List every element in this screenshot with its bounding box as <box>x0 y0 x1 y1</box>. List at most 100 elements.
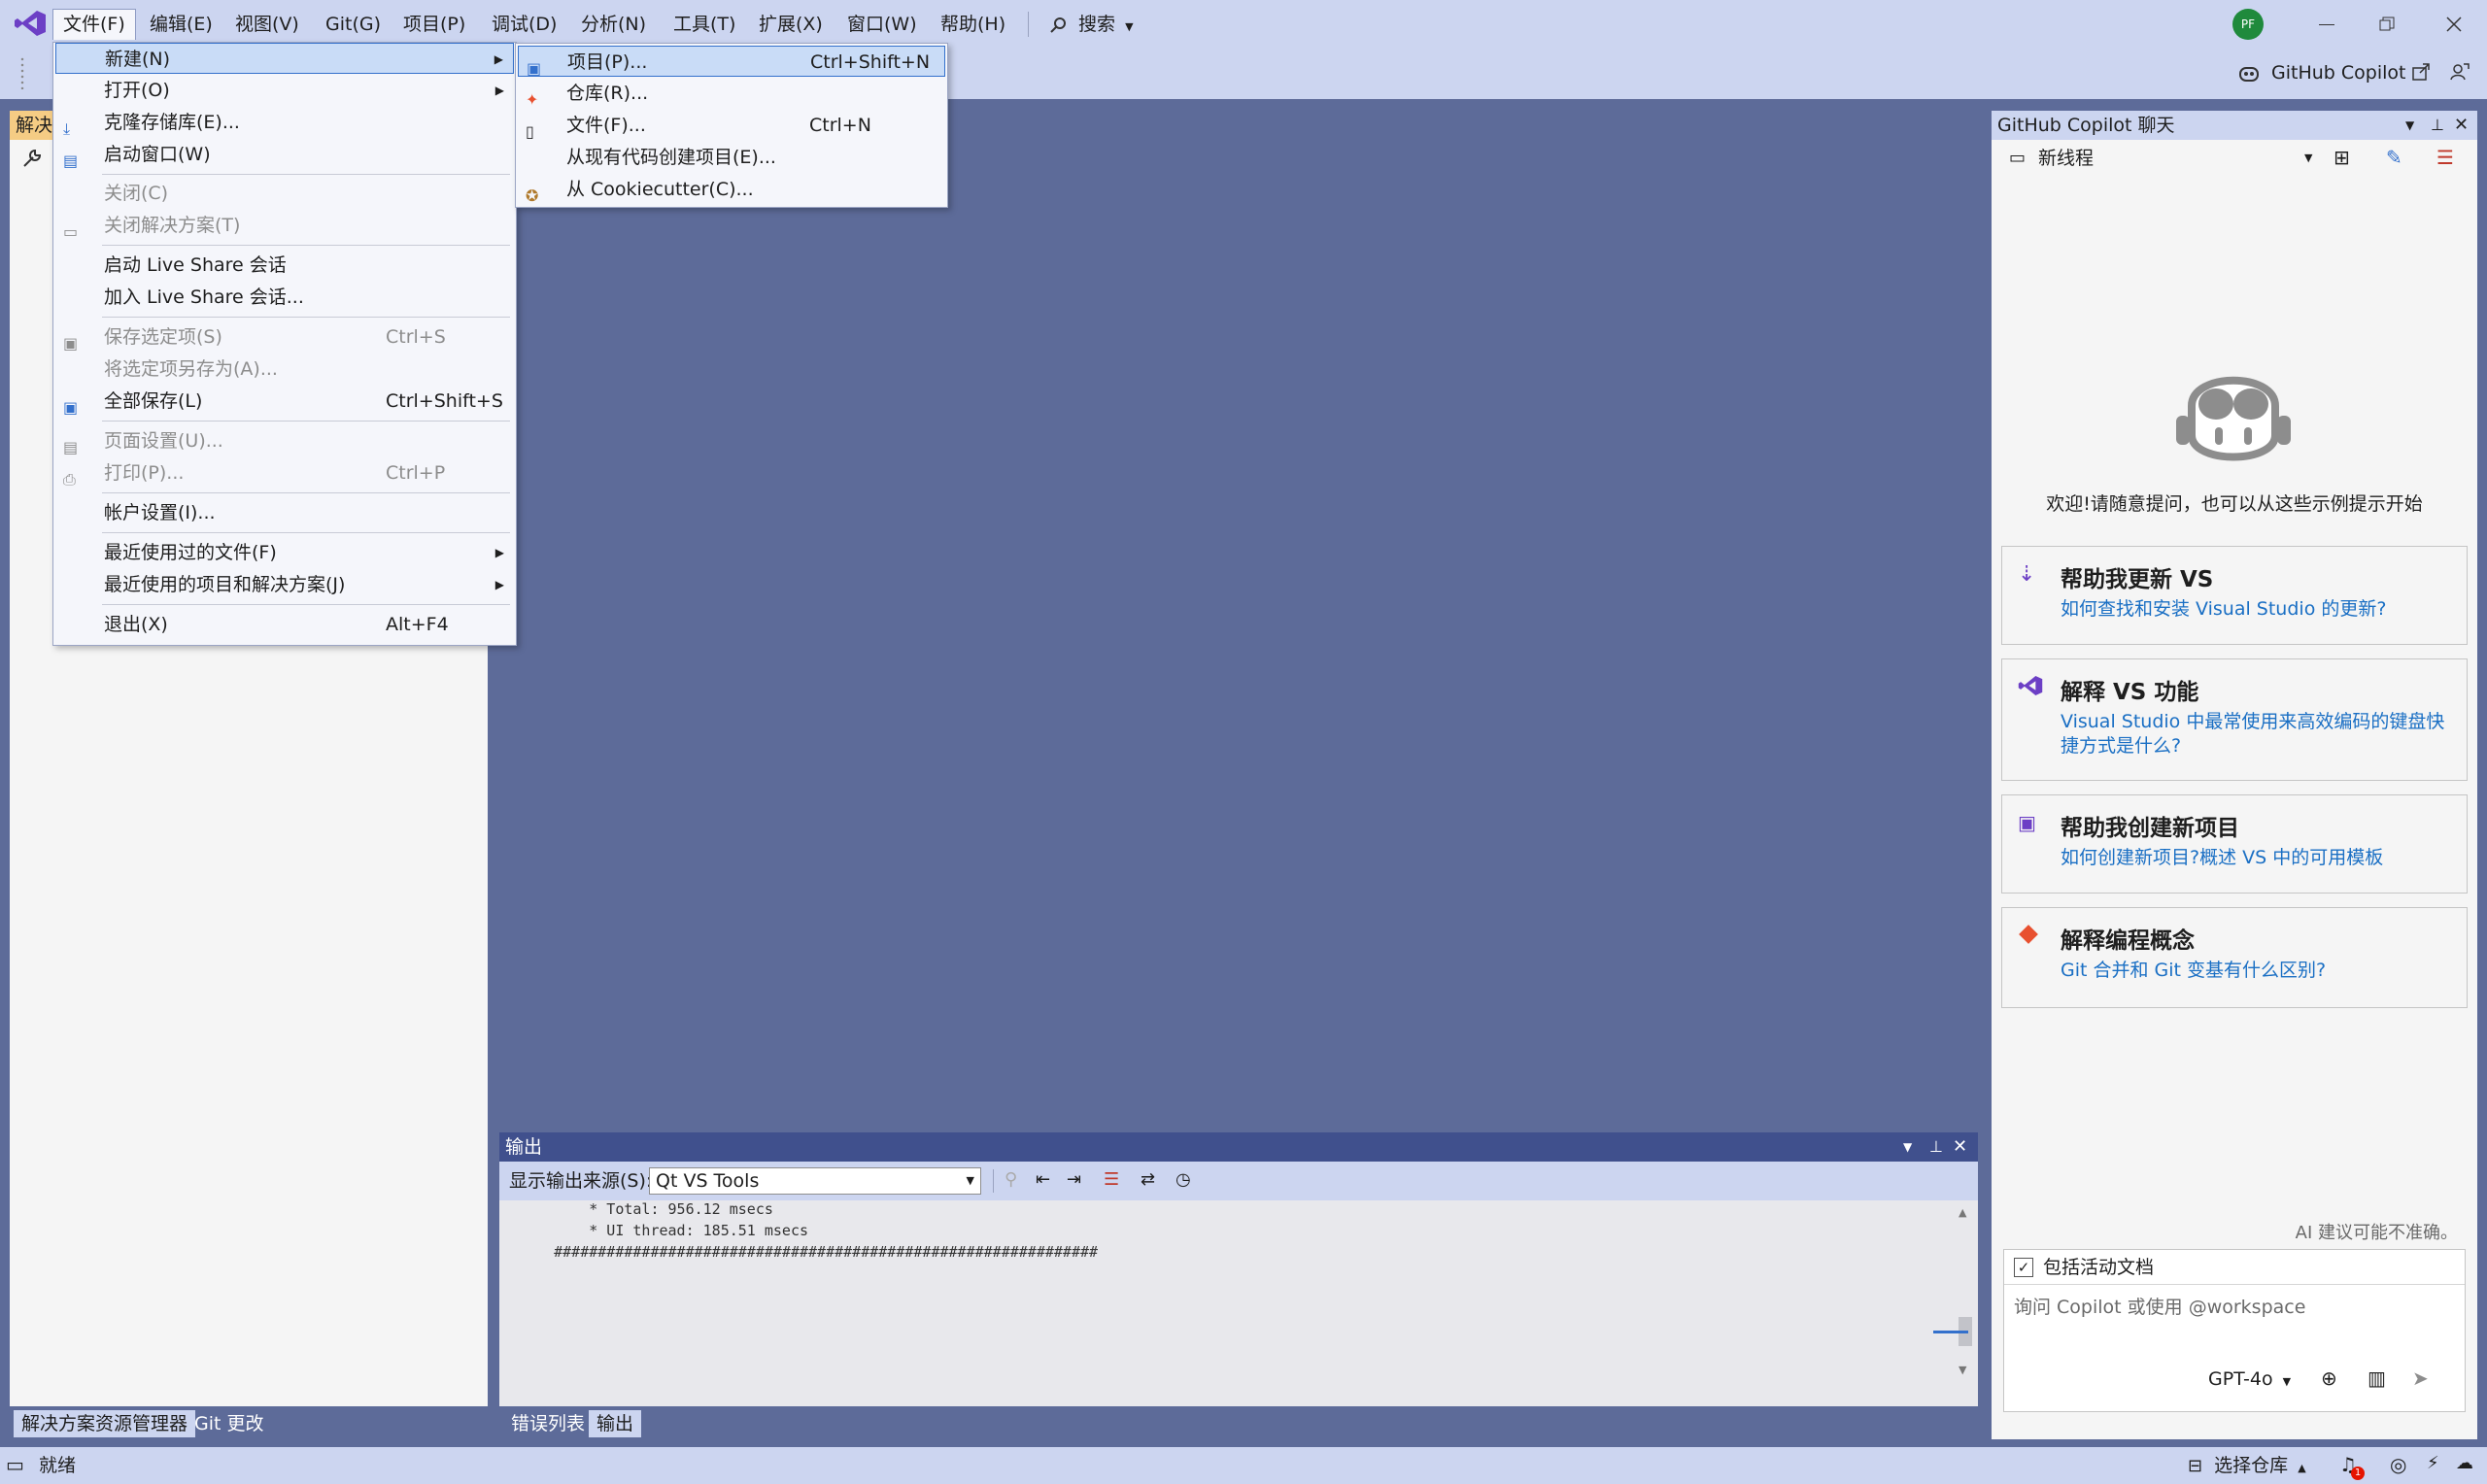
dropdown-icon[interactable]: ▼ <box>2405 111 2414 140</box>
wrench-icon[interactable] <box>21 148 43 169</box>
restore-button[interactable] <box>2368 10 2406 39</box>
dropdown-icon[interactable]: ▼ <box>1903 1132 1912 1162</box>
next-message-icon[interactable]: ⇥ <box>1067 1169 1081 1190</box>
attach-icon[interactable]: ⊕ <box>2321 1366 2337 1390</box>
word-wrap-icon[interactable]: ⇄ <box>1141 1169 1155 1190</box>
feedback-icon[interactable] <box>2450 62 2470 82</box>
vs-logo-icon[interactable] <box>14 10 47 37</box>
menu-item-new-cookiecutter[interactable]: ✪ 从 Cookiecutter(C)... <box>518 174 945 205</box>
close-window-button[interactable] <box>2435 10 2473 39</box>
menu-file[interactable]: 文件(F) <box>52 9 136 40</box>
model-selector[interactable]: GPT-4o ▼ <box>2208 1365 2291 1397</box>
menu-item-close[interactable]: 关闭(C) <box>55 178 514 209</box>
menu-item-label: 仓库(R)... <box>566 83 649 104</box>
menu-item-label: 从现有代码创建项目(E)... <box>566 147 776 168</box>
menu-edit[interactable]: 编辑(E) <box>140 9 222 40</box>
status-icon[interactable]: ▭ <box>6 1453 24 1476</box>
cloud-icon[interactable]: ☁ <box>2456 1453 2473 1473</box>
menu-item-save-selected[interactable]: ▣ 保存选定项(S) Ctrl+S <box>55 321 514 353</box>
menu-item-label: 从 Cookiecutter(C)... <box>566 179 754 200</box>
book-icon[interactable]: ▥ <box>2368 1366 2386 1390</box>
menu-separator <box>102 604 510 605</box>
menu-item-start-window[interactable]: ▤ 启动窗口(W) <box>55 139 514 170</box>
select-repo-button[interactable]: ⊟ 选择仓库 ▲ <box>2188 1447 2306 1484</box>
chat-input[interactable]: 询问 Copilot 或使用 @workspace <box>2014 1293 2305 1319</box>
grip-icon[interactable] <box>19 56 25 89</box>
avatar[interactable]: PF <box>2232 9 2264 40</box>
scroll-down-icon[interactable]: ▼ <box>1959 1364 1966 1376</box>
menu-item-live-share-start[interactable]: 启动 Live Share 会话 <box>55 250 514 281</box>
menu-item-new[interactable]: 新建(N) ▶ <box>55 43 514 74</box>
output-source-label: 显示输出来源(S): <box>509 1170 653 1192</box>
prompt-card[interactable]: 解释编程概念 Git 合并和 Git 变基有什么区别? <box>2001 907 2468 1008</box>
copilot-badge-button[interactable]: GitHub Copilot <box>2238 56 2405 89</box>
menu-item-new-from-code[interactable]: 从现有代码创建项目(E)... <box>518 142 945 173</box>
new-thread-icon[interactable]: ⊞ <box>2334 146 2350 169</box>
menu-item-open[interactable]: 打开(O) ▶ <box>55 75 514 106</box>
menu-view[interactable]: 视图(V) <box>225 9 309 40</box>
menu-item-print[interactable]: ⎙ 打印(P)... Ctrl+P <box>55 457 514 489</box>
pin-icon[interactable]: ⊥ <box>1929 1132 1943 1162</box>
menu-item-label: 启动窗口(W) <box>104 144 211 165</box>
output-source-select[interactable]: Qt VS Tools ▼ <box>649 1167 981 1195</box>
minimize-button[interactable] <box>2307 10 2346 39</box>
menu-git[interactable]: Git(G) <box>316 9 391 40</box>
scroll-up-icon[interactable]: ▲ <box>1959 1206 1966 1219</box>
thread-selector[interactable]: ▭ 新线程 <box>2009 144 2094 173</box>
close-icon[interactable]: ✕ <box>1953 1132 1967 1162</box>
copilot-status-icon[interactable]: ◎ <box>2390 1453 2406 1476</box>
pin-icon[interactable]: ⊥ <box>2431 111 2444 140</box>
menu-item-new-file[interactable]: ▯ 文件(F)... Ctrl+N <box>518 110 945 141</box>
menu-debug[interactable]: 调试(D) <box>482 9 566 40</box>
menu-project[interactable]: 项目(P) <box>393 9 475 40</box>
search-button[interactable]: 搜索 ▼ <box>1049 9 1134 40</box>
hot-reload-icon[interactable]: ⚡ <box>2427 1453 2439 1473</box>
tab-error-list[interactable]: 错误列表 <box>503 1410 593 1437</box>
find-message-icon[interactable]: ⚲ <box>1005 1169 1017 1190</box>
close-icon[interactable]: ✕ <box>2454 111 2469 140</box>
prev-message-icon[interactable]: ⇤ <box>1036 1169 1050 1190</box>
tab-git-changes[interactable]: Git 更改 <box>187 1410 272 1437</box>
chevron-up-icon: ▲ <box>2298 1462 2306 1474</box>
share-icon[interactable] <box>2411 62 2431 82</box>
menu-item-save-all[interactable]: ▣ 全部保存(L) Ctrl+Shift+S <box>55 386 514 417</box>
menu-item-recent-files[interactable]: 最近使用过的文件(F) ▶ <box>55 537 514 568</box>
menu-item-live-share-join[interactable]: 加入 Live Share 会话... <box>55 282 514 313</box>
menu-item-recent-projects[interactable]: 最近使用的项目和解决方案(J) ▶ <box>55 569 514 600</box>
menu-analyze[interactable]: 分析(N) <box>571 9 656 40</box>
ai-disclaimer: AI 建议可能不准确。 <box>2295 1223 2458 1243</box>
menu-item-label: 加入 Live Share 会话... <box>104 287 304 308</box>
menu-tools[interactable]: 工具(T) <box>664 9 745 40</box>
output-line: * Total: 956.12 msecs <box>519 1200 773 1218</box>
send-icon[interactable]: ➤ <box>2412 1366 2429 1390</box>
clear-all-icon[interactable]: ☰ <box>1104 1169 1119 1190</box>
menu-item-exit[interactable]: 退出(X) Alt+F4 <box>55 609 514 640</box>
tab-solution-explorer[interactable]: 解决方案资源管理器 <box>14 1410 196 1437</box>
edit-thread-icon[interactable]: ✎ <box>2386 146 2402 169</box>
chat-icon: ▭ <box>2009 148 2027 168</box>
chevron-down-icon[interactable]: ▼ <box>2304 152 2312 164</box>
prompt-card[interactable]: 解释 VS 功能 Visual Studio 中最常使用来高效编码的键盘快捷方式… <box>2001 658 2468 781</box>
output-scrollbar[interactable]: ▲ ▼ <box>1933 1200 1978 1406</box>
close-icon <box>2446 17 2462 32</box>
menu-item-label: 最近使用过的文件(F) <box>104 542 277 563</box>
menu-item-clone[interactable]: ⤓ 克隆存储库(E)... <box>55 107 514 138</box>
clock-icon[interactable]: ◷ <box>1175 1169 1191 1190</box>
tab-output[interactable]: 输出 <box>589 1410 642 1437</box>
menu-item-account-settings[interactable]: 帐户设置(I)... <box>55 497 514 528</box>
menu-item-close-solution[interactable]: ▭ 关闭解决方案(T) <box>55 210 514 241</box>
copilot-label: GitHub Copilot <box>2271 62 2406 84</box>
update-icon: ⇣ <box>2018 562 2036 587</box>
include-doc-checkbox[interactable]: ✓ <box>2014 1258 2033 1277</box>
menu-item-new-project[interactable]: ▣ 项目(P)... Ctrl+Shift+N <box>518 46 945 78</box>
menu-window[interactable]: 窗口(W) <box>837 9 927 40</box>
menu-item-new-repo[interactable]: ✦ 仓库(R)... <box>518 78 945 109</box>
prompt-card[interactable]: ▣ 帮助我创建新项目 如何创建新项目?概述 VS 中的可用模板 <box>2001 794 2468 894</box>
menu-item-page-setup[interactable]: ▤ 页面设置(U)... <box>55 425 514 456</box>
menu-item-save-as[interactable]: 将选定项另存为(A)... <box>55 354 514 385</box>
menu-help[interactable]: 帮助(H) <box>931 9 1015 40</box>
prompt-card[interactable]: ⇣ 帮助我更新 VS 如何查找和安装 Visual Studio 的更新? <box>2001 546 2468 645</box>
clear-thread-icon[interactable]: ☰ <box>2436 146 2454 169</box>
menu-item-label: 关闭(C) <box>104 183 169 204</box>
menu-extensions[interactable]: 扩展(X) <box>749 9 833 40</box>
